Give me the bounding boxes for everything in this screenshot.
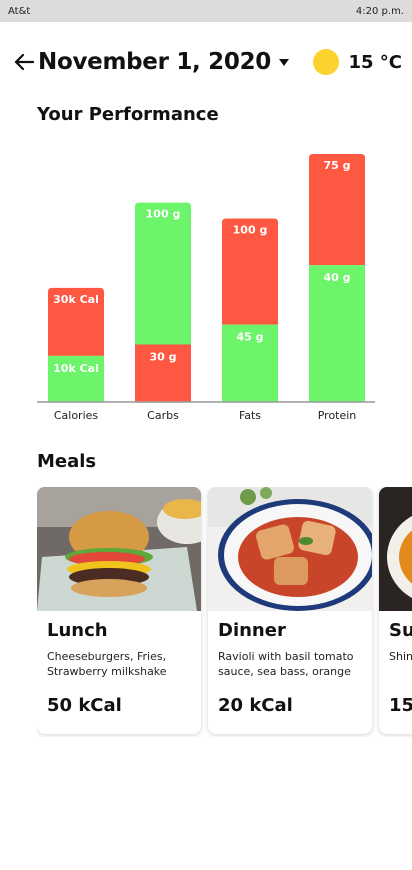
bar-label-top: 100 g — [233, 223, 268, 236]
bar-label-bottom: 30 g — [149, 350, 176, 363]
bar-label-bottom: 40 g — [323, 271, 350, 284]
date-title: November 1, 2020 — [38, 49, 271, 75]
category-label: Protein — [318, 409, 357, 422]
bar-label-top: 75 g — [323, 159, 350, 172]
meals-carousel[interactable]: Lunch Cheeseburgers, Fries, Strawberry mi… — [37, 487, 412, 737]
status-time: 4:20 p.m. — [355, 5, 404, 17]
temperature-label: 15 °C — [348, 51, 402, 73]
meal-description: Ravioli with basil tomato sauce, sea bas… — [218, 650, 354, 678]
meal-photo — [208, 487, 372, 611]
meal-description: Shin — [389, 650, 412, 663]
chevron-down-icon — [278, 58, 289, 66]
meal-photo — [379, 487, 412, 611]
meal-name: Su — [389, 620, 412, 641]
meal-kcal: 15 — [389, 695, 412, 716]
bar-label-top: 100 g — [146, 208, 181, 221]
meal-photo — [37, 487, 201, 611]
meal-name: Lunch — [47, 620, 108, 641]
category-label: Fats — [239, 409, 261, 422]
meal-card-lunch[interactable]: Lunch Cheeseburgers, Fries, Strawberry mi… — [37, 487, 201, 734]
performance-chart: 30k Cal 10k Cal Calories 100 g 30 g Carbs 100 … — [37, 154, 375, 422]
meal-card-dinner[interactable]: Dinner Ravioli with basil tomato sauce, s… — [208, 487, 372, 734]
status-bar: At&t 4:20 p.m. — [0, 0, 412, 22]
back-arrow-icon[interactable] — [12, 50, 36, 74]
meal-kcal: 20 kCal — [218, 695, 293, 716]
date-selector[interactable]: November 1, 2020 — [38, 49, 289, 75]
bar-segment-top — [135, 202, 191, 345]
bar-segment-bottom — [309, 265, 365, 402]
meal-description: Cheeseburgers, Fries, Strawberry milksha… — [47, 650, 167, 678]
weather-widget: 15 °C — [313, 49, 402, 75]
performance-heading: Your Performance — [37, 104, 219, 125]
category-label: Carbs — [147, 409, 179, 422]
category-label: Calories — [54, 409, 99, 422]
meal-card-su[interactable]: Su Shin 15 — [379, 487, 412, 734]
meals-heading: Meals — [37, 451, 97, 472]
app-header: November 1, 2020 15 °C — [12, 44, 402, 80]
meal-name: Dinner — [218, 620, 286, 641]
meal-kcal: 50 kCal — [47, 695, 122, 716]
bar-label-bottom: 10k Cal — [53, 362, 99, 375]
bar-label-top: 30k Cal — [53, 293, 99, 306]
bar-label-bottom: 45 g — [236, 331, 263, 344]
sun-icon — [313, 49, 340, 75]
carrier-label: At&t — [8, 5, 31, 17]
